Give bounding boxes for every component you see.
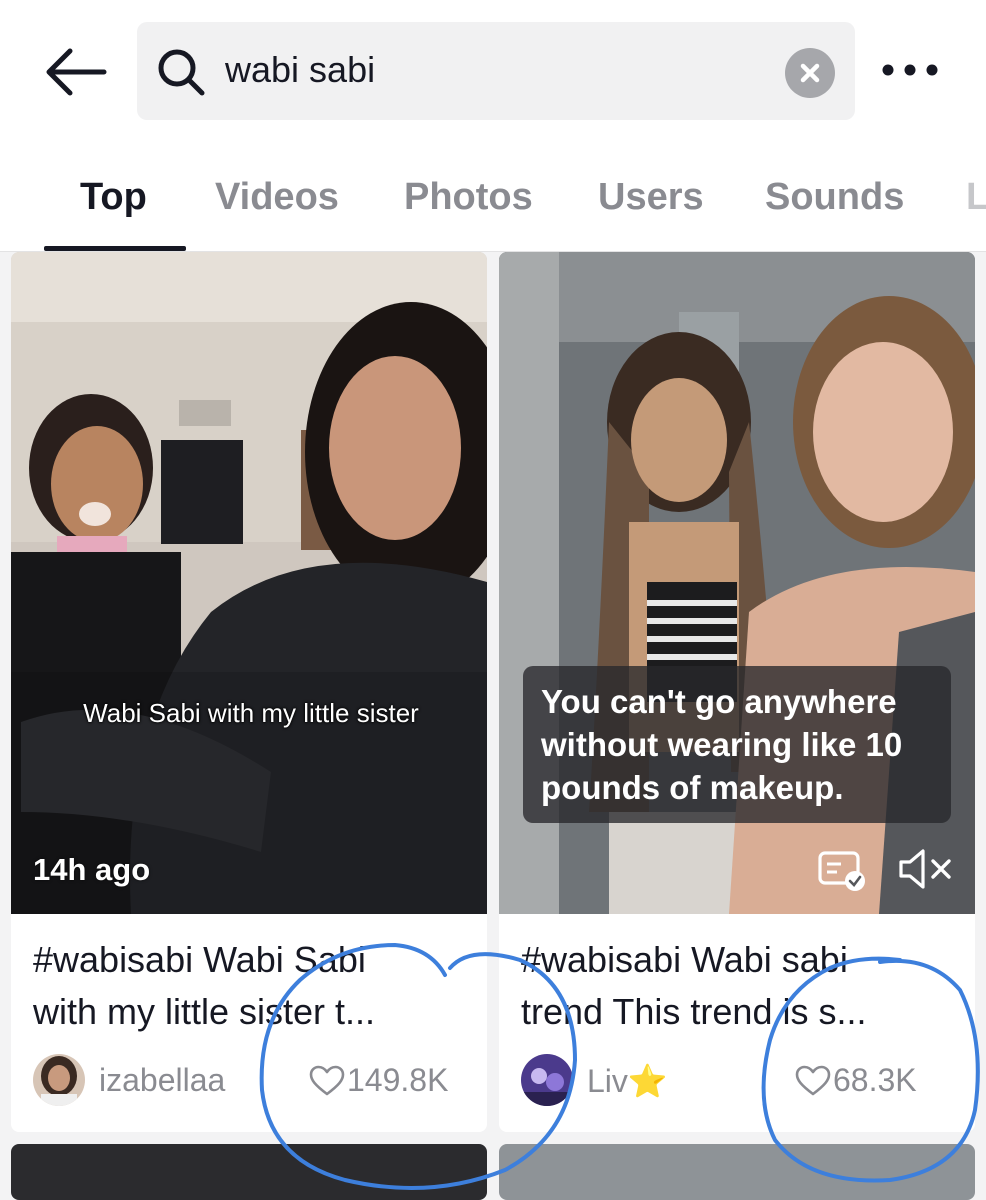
like-count-value: 149.8K [347,1062,449,1098]
avatar[interactable] [521,1054,573,1106]
video-card[interactable]: You can't go anywhere without wearing li… [499,252,975,1132]
video-description: #wabisabi Wabi sabi trend This trend is … [521,934,953,1038]
heart-icon [795,1065,831,1096]
video-caption-overlay: You can't go anywhere without wearing li… [523,666,951,823]
video-description: #wabisabi Wabi Sabi with my little siste… [33,934,465,1038]
tab-live[interactable]: L [966,176,986,219]
tab-videos[interactable]: Videos [215,176,339,219]
description-line: #wabisabi Wabi Sabi [33,939,366,980]
search-input[interactable] [225,44,765,96]
author-name[interactable]: izabellaa [99,1062,225,1099]
description-line: trend This trend is s... [521,991,867,1032]
description-line: with my little sister t... [33,991,376,1032]
like-count: 68.3K [795,1062,917,1099]
video-card[interactable] [11,1144,487,1200]
active-tab-indicator [44,246,186,251]
heart-icon [309,1065,345,1096]
clear-search-button[interactable] [785,48,835,98]
author-row: Liv⭐ 68.3K [521,1052,961,1112]
author-name[interactable]: Liv⭐ [587,1062,668,1100]
captions-icon[interactable] [817,850,867,892]
description-line: #wabisabi Wabi sabi [521,939,848,980]
search-icon [155,46,207,98]
like-count: 149.8K [309,1062,448,1099]
more-options-button[interactable] [878,50,942,90]
search-tabs: Top Videos Photos Users Sounds L [0,150,986,252]
tab-photos[interactable]: Photos [404,176,533,219]
back-arrow-icon[interactable] [44,46,108,98]
muted-speaker-icon[interactable] [897,846,953,892]
video-thumbnail[interactable]: Wabi Sabi with my little sister 14h ago [11,252,487,914]
like-count-value: 68.3K [833,1062,917,1098]
close-icon [800,63,820,83]
search-bar[interactable] [137,22,855,120]
results-grid: Wabi Sabi with my little sister 14h ago … [0,252,986,1200]
video-caption-overlay: Wabi Sabi with my little sister [83,698,419,728]
tab-users[interactable]: Users [598,176,704,219]
video-card[interactable] [499,1144,975,1200]
author-row: izabellaa 149.8K [33,1052,473,1112]
video-thumbnail[interactable]: You can't go anywhere without wearing li… [499,252,975,914]
tab-sounds[interactable]: Sounds [765,176,904,219]
tab-top[interactable]: Top [80,176,147,219]
ellipsis-icon [882,64,938,76]
avatar[interactable] [33,1054,85,1106]
posted-time-label: 14h ago [33,852,151,887]
video-card[interactable]: Wabi Sabi with my little sister 14h ago … [11,252,487,1132]
